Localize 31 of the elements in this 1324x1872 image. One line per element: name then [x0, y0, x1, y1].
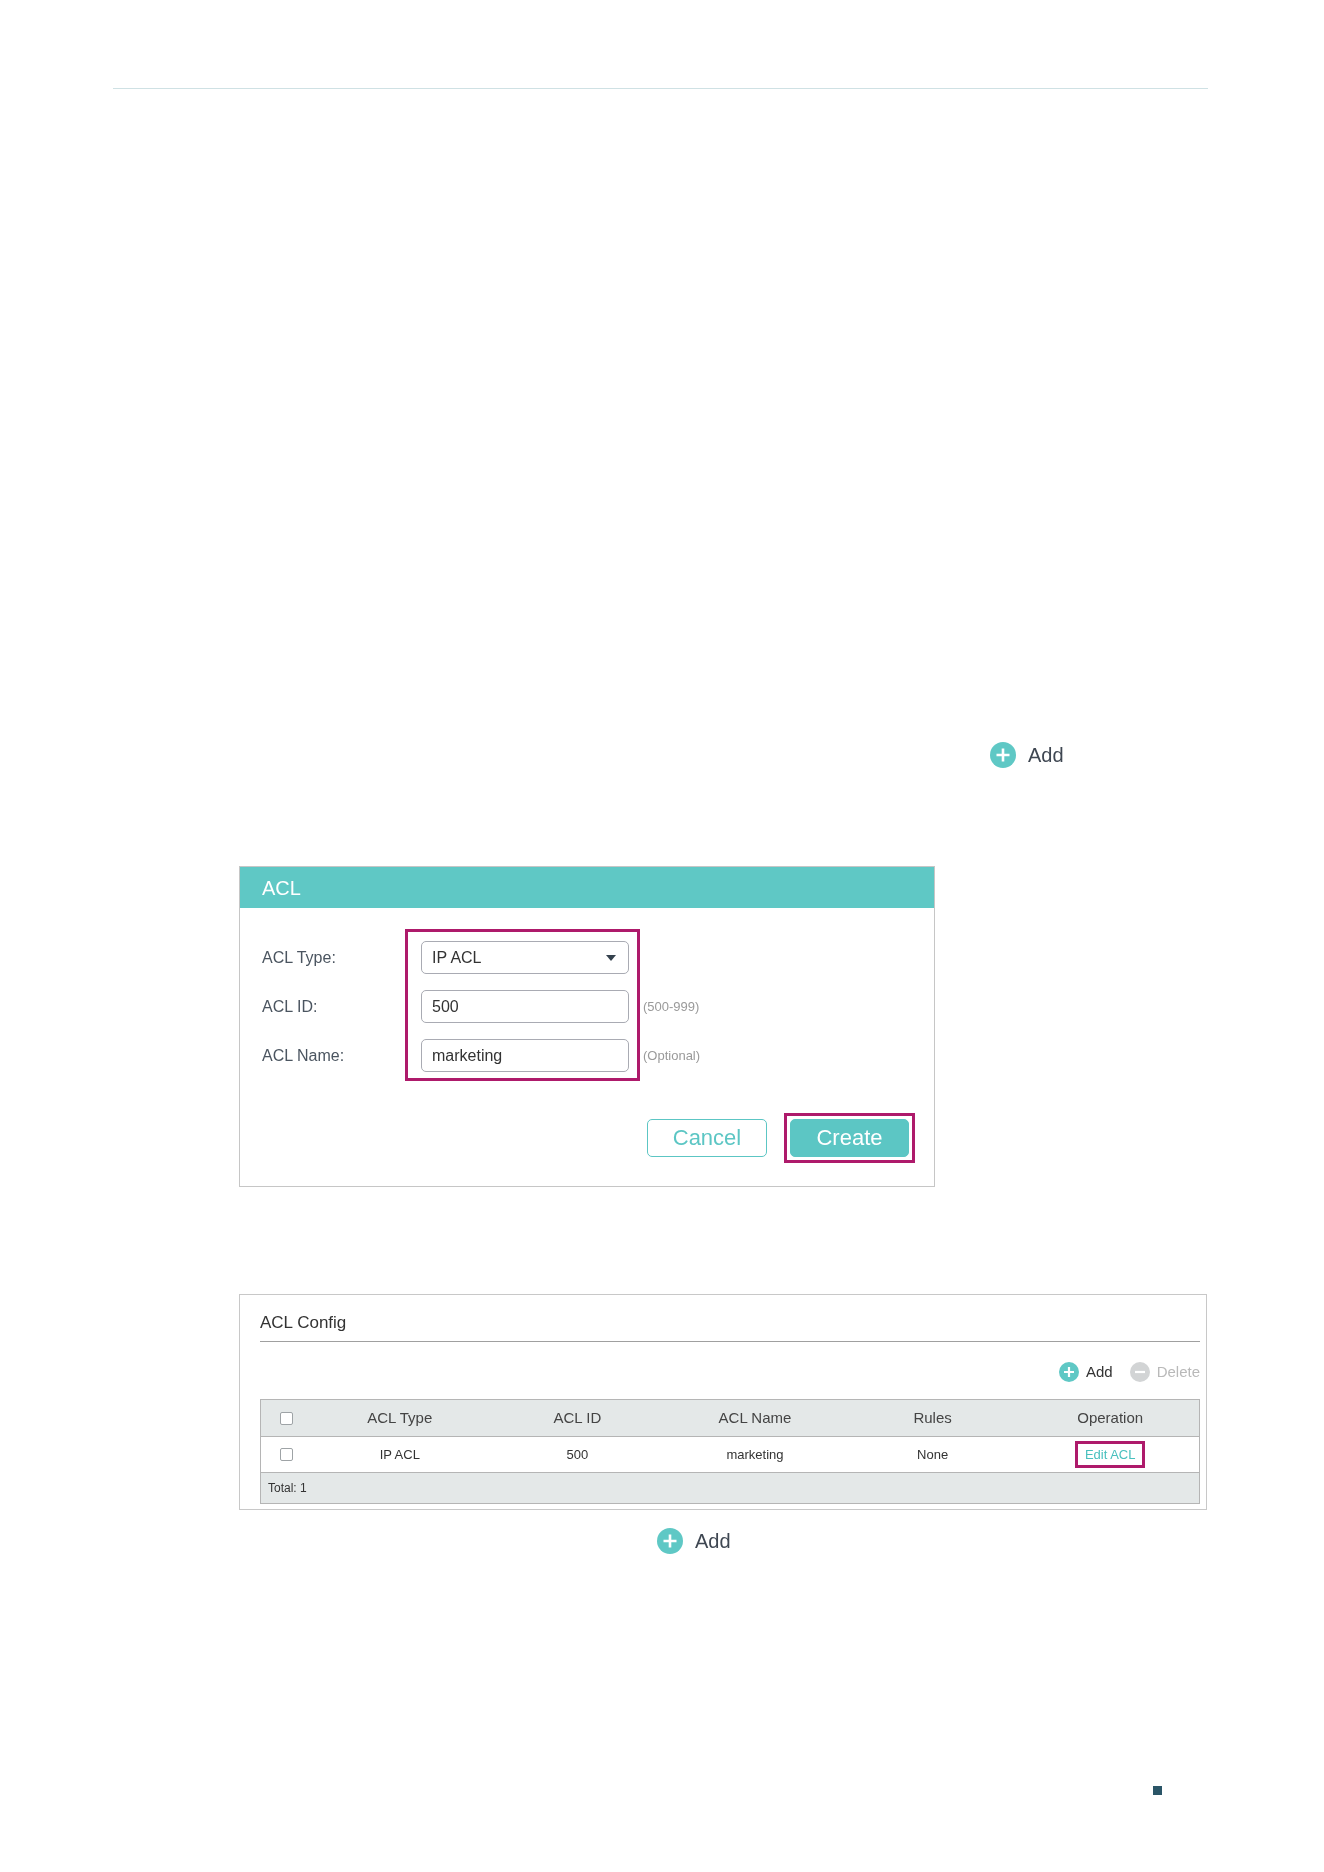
add-button[interactable]: Add — [657, 1528, 731, 1554]
plus-icon — [990, 742, 1016, 768]
table-cell: None — [917, 1447, 949, 1462]
column-header: Rules — [913, 1409, 952, 1427]
table-cell: marketing — [726, 1447, 784, 1462]
input-field[interactable]: 500 — [421, 990, 629, 1023]
field-label: ACL ID: — [262, 997, 318, 1016]
total-count: Total: 1 — [268, 1481, 307, 1495]
panel-title: ACL Config — [260, 1313, 347, 1332]
add-button[interactable]: Add — [1058, 1362, 1113, 1382]
table-cell: IP ACL — [379, 1447, 420, 1462]
column-header: ACL Type — [367, 1409, 433, 1427]
input-field[interactable]: marketing — [421, 1039, 629, 1072]
column-header: ACL ID — [553, 1409, 602, 1427]
plus-icon — [657, 1528, 683, 1554]
field-label: ACL Name: — [262, 1046, 345, 1065]
add-button[interactable]: Add — [990, 742, 1064, 768]
checkbox[interactable] — [279, 1411, 293, 1425]
dialog-title: ACL — [262, 875, 301, 900]
select-field[interactable]: IP ACL — [421, 941, 629, 974]
plus-icon — [1058, 1362, 1079, 1382]
square-icon — [1153, 1786, 1162, 1795]
checkbox[interactable] — [279, 1448, 293, 1461]
field-label: ACL Type: — [262, 948, 336, 967]
column-header: Operation — [1077, 1409, 1144, 1427]
hint-text: (500-999) — [643, 998, 700, 1015]
caret-icon — [606, 954, 616, 961]
hint-text: (Optional) — [643, 1047, 701, 1064]
table-cell: 500 — [566, 1447, 589, 1462]
column-header: ACL Name — [718, 1409, 792, 1427]
minus-icon — [1129, 1362, 1150, 1382]
